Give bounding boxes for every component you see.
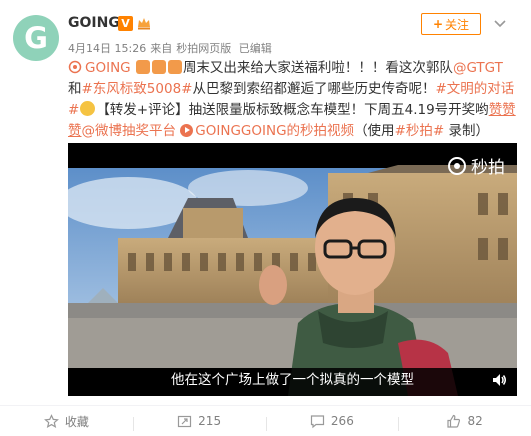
favorite-button[interactable]: 收藏 (0, 413, 133, 430)
post-date[interactable]: 4月14日 15:26 (68, 42, 146, 55)
repost-button[interactable]: 215 (132, 414, 266, 431)
pig-emoji-icon (135, 60, 150, 74)
face-emoji-icon (80, 101, 96, 116)
mention-lottery[interactable]: @微博抽奖平台 (82, 123, 177, 139)
avatar-letter: G (24, 20, 48, 55)
video-player[interactable]: 秒拍 他在这个广场上做了一个拟真的一个模型 (68, 143, 517, 396)
post-text: GOING 周末又出来给大家送福利啦！！！看这次郭队@GTGT 和#东风标致50… (68, 58, 518, 142)
action-bar: 收藏 215 266 82 (0, 405, 531, 436)
like-button[interactable]: 82 (398, 414, 531, 431)
comment-icon (310, 414, 325, 428)
avatar[interactable]: G (13, 15, 59, 61)
video-link-icon (180, 124, 194, 137)
plus-icon: + (432, 17, 444, 31)
repost-icon (178, 415, 192, 427)
miaopai-logo-icon (448, 156, 466, 175)
like-count: 82 (467, 414, 483, 428)
topic-peugeot[interactable]: #东风标致5008# (82, 81, 193, 97)
repost-count: 215 (198, 414, 222, 428)
link-icon (68, 60, 82, 74)
author-name[interactable]: GOING (68, 15, 120, 31)
watermark-text: 秒拍 (471, 158, 505, 178)
post-source[interactable]: 秒拍网页版 (176, 42, 231, 55)
pig-emoji-icon (151, 60, 166, 74)
text-segment: （使用 (354, 123, 395, 139)
verified-badge: V (118, 16, 133, 31)
edited-label[interactable]: 已编辑 (239, 42, 272, 55)
star-icon (43, 413, 59, 428)
member-crown-icon (138, 18, 150, 30)
topic-miaopai[interactable]: #秒拍# (395, 123, 445, 139)
thumbs-up-icon (447, 414, 461, 428)
post-meta: 4月14日 15:26 来自 秒拍网页版 已编辑 (68, 40, 276, 56)
mention-gtgt[interactable]: @GTGT (453, 60, 503, 76)
video-frame (68, 143, 517, 396)
video-watermark: 秒拍 (447, 153, 505, 178)
favorite-label: 收藏 (64, 414, 89, 429)
video-link[interactable]: GOINGGOING的秒拍视频 (195, 123, 354, 139)
text-segment: 周末又出来给大家送福利啦！！！看这次郭队 (182, 60, 453, 76)
weibo-post-card: G GOING V 4月14日 15:26 来自 秒拍网页版 已编辑 + 关注 GO… (0, 0, 531, 436)
chevron-down-icon[interactable] (491, 14, 509, 32)
comment-count: 266 (330, 414, 354, 428)
link-going[interactable]: GOING (85, 60, 131, 76)
comment-button[interactable]: 266 (265, 414, 399, 431)
text-segment: 从巴黎到索绍都邂逅了哪些历史传奇呢！ (192, 81, 436, 97)
follow-label: 关注 (445, 17, 470, 32)
pig-emoji-icon (167, 60, 182, 74)
video-subtitle: 他在这个广场上做了一个拟真的一个模型 (171, 372, 414, 388)
text-segment: 录制） (444, 123, 489, 139)
text-segment: 【转发+评论】抽送限量版标致概念车模型！下周五4.19号开奖哟 (96, 102, 489, 118)
source-prefix: 来自 (150, 42, 173, 55)
speaker-icon[interactable] (491, 372, 507, 388)
follow-button[interactable]: + 关注 (421, 13, 481, 35)
text-segment: 和 (68, 81, 82, 97)
